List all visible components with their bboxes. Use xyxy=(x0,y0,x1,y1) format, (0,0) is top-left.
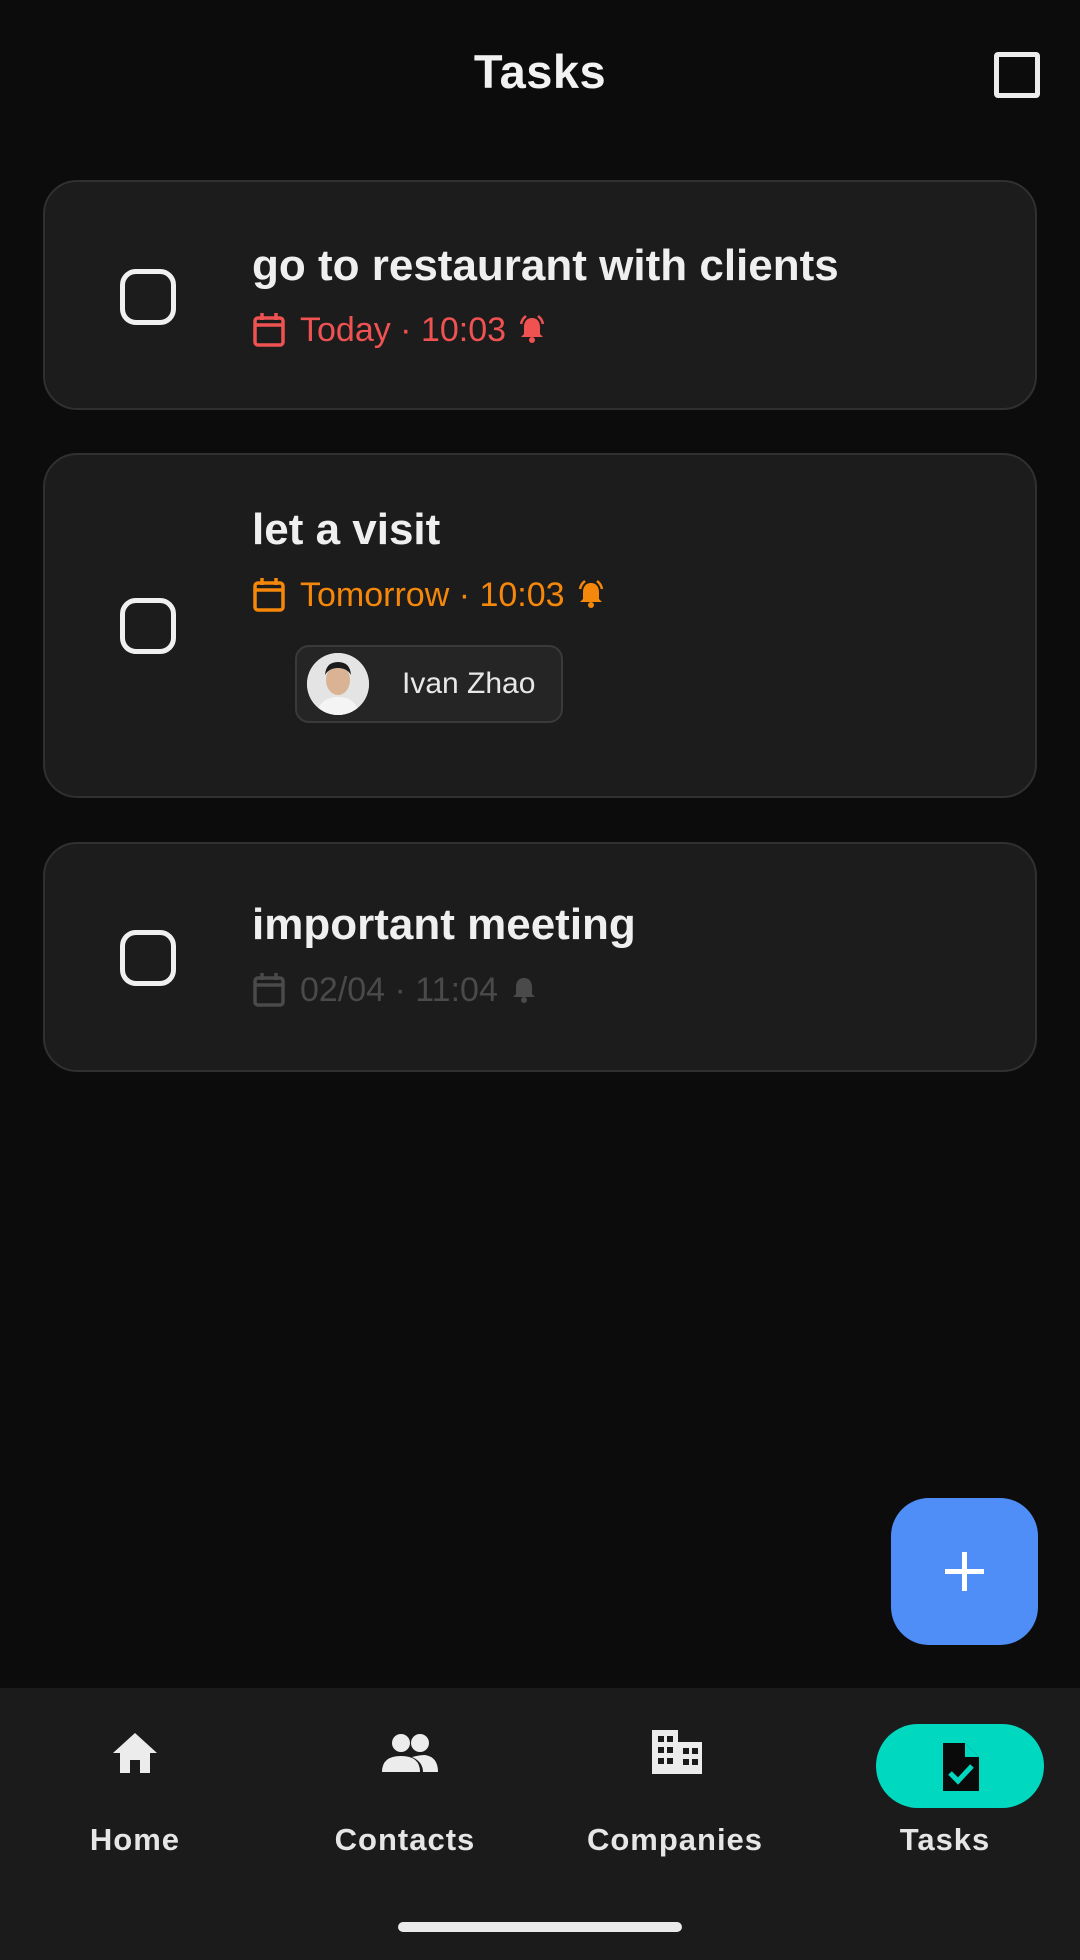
task-card[interactable]: go to restaurant with clients Today · 10… xyxy=(43,180,1037,410)
nav-icon-container xyxy=(625,1724,725,1782)
calendar-icon xyxy=(253,313,285,347)
task-due: Tomorrow · 10:03 xyxy=(252,573,605,617)
task-checkbox[interactable] xyxy=(120,269,176,325)
nav-item-tasks[interactable]: Tasks xyxy=(810,1688,1080,1858)
calendar-icon xyxy=(253,973,285,1007)
nav-label: Contacts xyxy=(334,1822,476,1857)
bottom-navigation: Home Contacts Companies Tasks xyxy=(0,1688,1080,1960)
task-title: important meeting xyxy=(252,900,636,949)
nav-icon-container xyxy=(355,1724,455,1782)
nav-item-home[interactable]: Home xyxy=(0,1688,270,1858)
contact-chip[interactable]: Ivan Zhao xyxy=(295,645,563,723)
task-due-text: 02/04 · 11:04 xyxy=(300,970,498,1009)
task-due: Today · 10:03 xyxy=(252,308,546,352)
task-checkbox[interactable] xyxy=(120,930,176,986)
building-icon xyxy=(652,1730,702,1774)
contact-name: Ivan Zhao xyxy=(402,667,536,700)
nav-icon-container xyxy=(85,1724,185,1782)
nav-label: Home xyxy=(89,1822,181,1857)
alarm-icon xyxy=(512,978,535,1003)
home-indicator[interactable] xyxy=(398,1922,682,1932)
nav-label: Tasks xyxy=(899,1822,991,1857)
people-icon xyxy=(382,1734,438,1772)
nav-item-companies[interactable]: Companies xyxy=(540,1688,810,1858)
task-card[interactable]: let a visit Tomorrow · 10:03 Ivan Zhao xyxy=(43,453,1037,798)
calendar-icon xyxy=(253,578,285,612)
nav-icon-container xyxy=(876,1724,1044,1808)
task-due-text: Tomorrow · 10:03 xyxy=(300,575,565,614)
select-checkbox-icon[interactable] xyxy=(994,52,1040,98)
plus-icon xyxy=(945,1552,984,1591)
add-task-button[interactable] xyxy=(891,1498,1038,1645)
avatar xyxy=(307,653,369,715)
task-file-icon xyxy=(943,1743,979,1791)
task-due: 02/04 · 11:04 xyxy=(252,968,538,1012)
page-title: Tasks xyxy=(473,45,607,98)
alarm-icon xyxy=(578,580,603,608)
home-icon xyxy=(113,1733,157,1773)
task-checkbox[interactable] xyxy=(120,598,176,654)
nav-item-contacts[interactable]: Contacts xyxy=(270,1688,540,1858)
alarm-icon xyxy=(519,315,545,343)
task-card[interactable]: important meeting 02/04 · 11:04 xyxy=(43,842,1037,1072)
task-due-text: Today · 10:03 xyxy=(300,310,507,349)
nav-label: Companies xyxy=(586,1822,764,1857)
task-title: let a visit xyxy=(252,505,441,554)
task-title: go to restaurant with clients xyxy=(252,241,839,290)
app-bar: Tasks xyxy=(0,0,1080,150)
